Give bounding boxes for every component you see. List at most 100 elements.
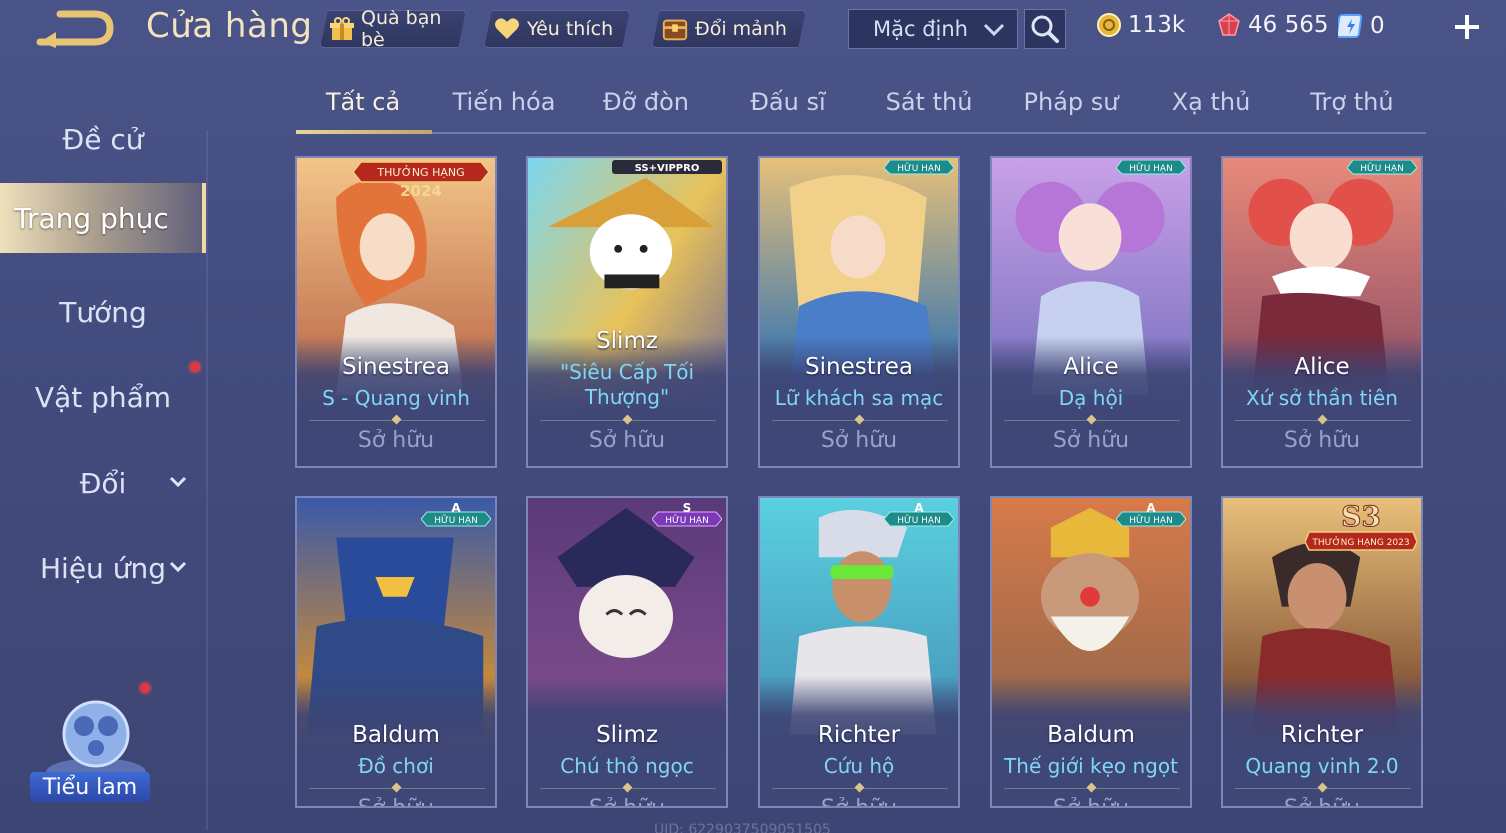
hero-name: Baldum [1047, 722, 1135, 748]
chevron-down-icon [169, 476, 187, 488]
badge-tier: A [451, 501, 461, 515]
voucher-amount: 0 [1370, 13, 1385, 39]
skin-name: Quang vinh 2.0 [1245, 754, 1399, 778]
tab-fighter[interactable]: Đấu sĩ [750, 88, 825, 116]
limited-badge-icon: HỮU HẠN [1347, 160, 1417, 175]
skin-card[interactable]: S HỮU HẠN Slimz Chú thỏ ngọc Sở hữu [526, 496, 728, 808]
tab-all[interactable]: Tất cả [326, 88, 400, 116]
chest-icon [661, 15, 689, 43]
badge-text: HỮU HẠN [665, 514, 709, 526]
favorite-button[interactable]: Yêu thích [484, 10, 630, 48]
tier-badge-icon: SS+VIPPRO [612, 160, 722, 174]
skin-card[interactable]: S3 THƯỞNG HẠNG 2023 Richter Quang vinh 2… [1221, 496, 1423, 808]
sidebar-item-label: Hiệu ứng [40, 551, 166, 585]
season-ranked-badge-icon: S3 THƯỞNG HẠNG 2023 [1305, 500, 1417, 551]
exchange-fragments-button[interactable]: Đổi mảnh [652, 10, 806, 48]
limited-badge-icon: HỮU HẠN [1116, 160, 1186, 175]
sidebar-item-effects[interactable]: Hiệu ứng [0, 533, 206, 603]
voucher-currency: 0 [1338, 12, 1385, 40]
heart-icon [493, 15, 521, 43]
skin-name: Thế giới kẹo ngọt [1004, 754, 1178, 778]
owned-status: Sở hữu [528, 796, 726, 806]
owned-status: Sở hữu [588, 428, 666, 453]
ranked-reward-badge-icon: THƯỞNG HẠNG 2024 [352, 161, 490, 200]
sidebar-item-exchange[interactable]: Đổi [0, 448, 206, 518]
skin-card[interactable]: HỮU HẠN Sinestrea Lữ khách sa mạc Sở hữu [758, 156, 960, 468]
top-bar: Cửa hàng Quà bạn bè Yêu thích Đổi mảnh M… [0, 0, 1506, 60]
badge-tier: S [683, 501, 692, 515]
hero-name: Alice [1063, 354, 1119, 380]
hero-name: Slimz [596, 722, 658, 748]
tier-limited-badge-icon: S HỮU HẠN [652, 501, 722, 527]
tab-assassin[interactable]: Sát thủ [886, 88, 973, 116]
hero-name: Sinestrea [805, 354, 913, 380]
card-divider [540, 420, 716, 421]
tab-support[interactable]: Trợ thủ [1310, 88, 1393, 116]
gift-icon [329, 15, 355, 43]
owned-status: Sở hữu [357, 428, 435, 453]
chevron-down-icon [983, 23, 1005, 37]
sidebar-item-items[interactable]: Vật phẩm [0, 362, 206, 432]
ruby-currency: 46 565 [1216, 12, 1328, 38]
favorite-label: Yêu thích [527, 18, 614, 40]
card-divider [309, 788, 485, 789]
friend-gift-button[interactable]: Quà bạn bè [320, 10, 466, 48]
badge-tier: A [914, 501, 924, 515]
hero-name: Richter [1280, 722, 1364, 748]
badge-text: HỮU HẠN [1129, 514, 1173, 526]
skin-card[interactable]: A HỮU HẠN Richter Cứu hộ Sở hữu [758, 496, 960, 808]
skin-card[interactable]: SS+VIPPRO Slimz "Siêu Cấp Tối Thượng" Sở… [526, 156, 728, 468]
sidebar-item-skins[interactable]: Trang phục [0, 183, 206, 253]
tab-mage[interactable]: Pháp sư [1024, 88, 1119, 116]
tab-evolution[interactable]: Tiến hóa [453, 88, 556, 116]
card-divider [540, 788, 716, 789]
tier-limited-badge-icon: A HỮU HẠN [884, 501, 954, 527]
owned-status: Sở hữu [820, 428, 898, 453]
limited-badge-icon: HỮU HẠN [884, 160, 954, 175]
badge-text: HỮU HẠN [1360, 162, 1404, 174]
tab-marksman[interactable]: Xạ thủ [1172, 88, 1251, 116]
skin-name: Lữ khách sa mạc [774, 386, 944, 410]
hero-name: Slimz [596, 328, 658, 354]
skin-card[interactable]: HỮU HẠN Alice Xứ sở thần tiên Sở hữu [1221, 156, 1423, 468]
card-divider [309, 420, 485, 421]
back-arrow-icon[interactable] [36, 8, 116, 48]
sort-dropdown[interactable]: Mặc định [848, 9, 1018, 49]
badge-text: SS+VIPPRO [635, 163, 700, 174]
skin-card[interactable]: THƯỞNG HẠNG 2024 Sinestrea S - Quang vin… [295, 156, 497, 468]
notification-dot [140, 683, 150, 693]
sidebar-item-heroes[interactable]: Tướng [0, 277, 206, 347]
tab-tank[interactable]: Đỡ đòn [603, 88, 689, 116]
exchange-fragments-label: Đổi mảnh [695, 18, 787, 40]
search-button[interactable] [1024, 9, 1066, 49]
skin-name: Cứu hộ [823, 754, 895, 778]
sidebar-item-label: Đề cử [62, 122, 144, 156]
sidebar-item-label: Tướng [59, 295, 147, 329]
user-id-watermark: UID: 6229037509051505 [654, 822, 831, 833]
page-title: Cửa hàng [146, 6, 313, 46]
gold-coin-icon [1097, 13, 1121, 37]
skin-name: Chú thỏ ngọc [560, 754, 694, 778]
search-icon [1031, 15, 1059, 43]
ruby-gem-icon [1218, 13, 1240, 36]
card-divider [1004, 420, 1180, 421]
owned-status: Sở hữu [760, 796, 958, 806]
sidebar-divider [206, 130, 208, 830]
badge-tier: S3 [1341, 500, 1381, 533]
hero-name: Baldum [352, 722, 440, 748]
category-tabs: Tất cả Tiến hóa Đỡ đòn Đấu sĩ Sát thủ Ph… [296, 82, 1426, 134]
owned-status: Sở hữu [1052, 428, 1130, 453]
skin-card[interactable]: HỮU HẠN Alice Dạ hội Sở hữu [990, 156, 1192, 468]
gold-currency: 113k [1096, 12, 1185, 38]
owned-status: Sở hữu [1223, 796, 1421, 806]
skin-card[interactable]: A HỮU HẠN Baldum Đồ chơi Sở hữu [295, 496, 497, 808]
skin-card[interactable]: A HỮU HẠN Baldum Thế giới kẹo ngọt Sở hữ… [990, 496, 1192, 808]
pet-label: Tiểu lam [30, 772, 150, 802]
skin-name: S - Quang vinh [322, 386, 470, 410]
active-tab-indicator [296, 130, 432, 134]
sidebar-item-featured[interactable]: Đề cử [0, 104, 206, 174]
badge-text: HỮU HẠN [897, 514, 941, 526]
plus-icon[interactable] [1452, 10, 1482, 44]
skin-name: "Siêu Cấp Tối Thượng" [559, 360, 695, 409]
sidebar-item-label: Trang phục [14, 201, 169, 235]
